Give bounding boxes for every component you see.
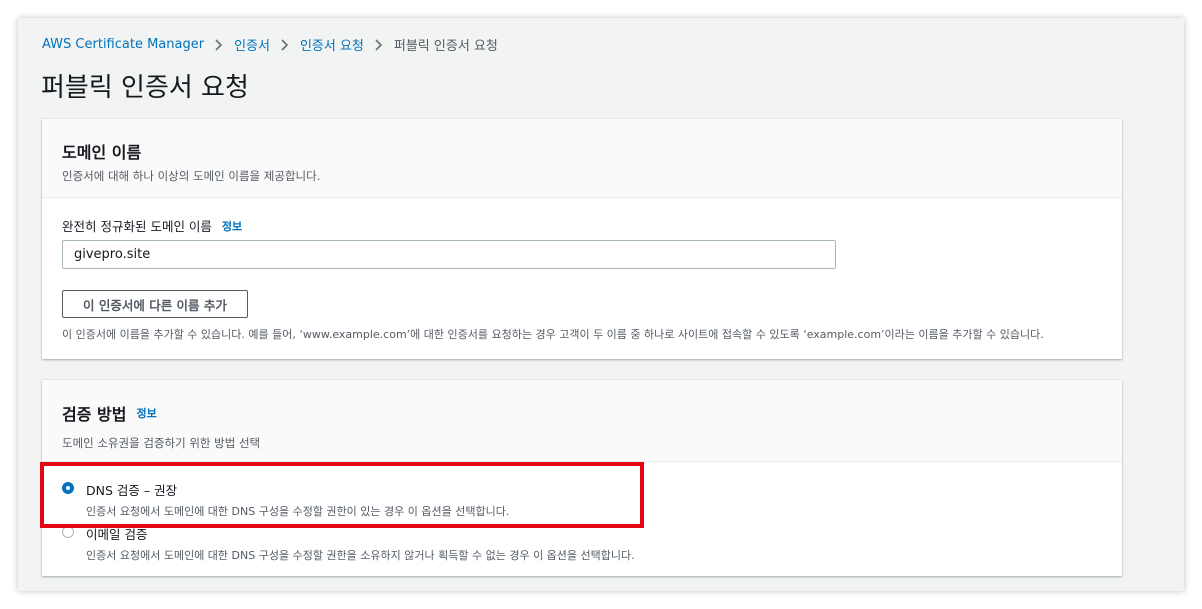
domain-name-input[interactable] (62, 240, 836, 269)
domain-field-label-text: 완전히 정규화된 도메인 이름 (62, 219, 212, 234)
chevron-right-icon (204, 38, 234, 51)
domain-field-label: 완전히 정규화된 도메인 이름 정보 (62, 216, 242, 235)
email-validation-radio[interactable] (62, 526, 74, 538)
dns-validation-text: DNS 검증 – 권장 인증서 요청에서 도메인에 대한 DNS 구성을 수정할… (86, 480, 509, 519)
validation-panel-title: 검증 방법 (62, 405, 127, 424)
dns-validation-option[interactable]: DNS 검증 – 권장 인증서 요청에서 도메인에 대한 DNS 구성을 수정할… (62, 480, 509, 519)
chevron-right-icon (364, 38, 394, 51)
domain-field-label-row: 완전히 정규화된 도메인 이름 정보 (62, 216, 242, 235)
email-validation-text: 이메일 검증 인증서 요청에서 도메인에 대한 DNS 구성을 수정할 권한을 … (86, 524, 635, 563)
domain-panel-header: 도메인 이름 인증서에 대해 하나 이상의 도메인 이름을 제공합니다. (42, 119, 1122, 198)
validation-panel-title-row: 검증 방법 정보 (62, 401, 1102, 425)
breadcrumb-link-certificates[interactable]: 인증서 (234, 35, 270, 54)
domain-panel-title: 도메인 이름 (62, 143, 142, 162)
dns-validation-label: DNS 검증 – 권장 (86, 483, 178, 498)
domain-info-link[interactable]: 정보 (222, 218, 242, 234)
breadcrumb: AWS Certificate Manager 인증서 인증서 요청 퍼블릭 인… (42, 35, 498, 54)
validation-panel-description: 도메인 소유권을 검증하기 위한 방법 선택 (62, 436, 261, 450)
validation-info-link[interactable]: 정보 (136, 405, 156, 421)
dns-validation-description: 인증서 요청에서 도메인에 대한 DNS 구성을 수정할 권한이 있는 경우 이… (86, 505, 510, 518)
email-validation-description: 인증서 요청에서 도메인에 대한 DNS 구성을 수정할 권한을 소유하지 않거… (86, 549, 635, 562)
add-name-hint: 이 인증서에 이름을 추가할 수 있습니다. 예를 들어, ‘www.examp… (62, 328, 1044, 341)
validation-panel-header: 검증 방법 정보 도메인 소유권을 검증하기 위한 방법 선택 (42, 380, 1122, 462)
email-validation-option[interactable]: 이메일 검증 인증서 요청에서 도메인에 대한 DNS 구성을 수정할 권한을 … (62, 524, 635, 563)
add-another-name-button[interactable]: 이 인증서에 다른 이름 추가 (62, 290, 248, 318)
breadcrumb-current: 퍼블릭 인증서 요청 (393, 39, 498, 54)
email-validation-label: 이메일 검증 (86, 527, 148, 542)
domain-name-panel: 도메인 이름 인증서에 대해 하나 이상의 도메인 이름을 제공합니다. 완전히… (42, 119, 1122, 359)
console-page: AWS Certificate Manager 인증서 인증서 요청 퍼블릭 인… (18, 18, 1184, 591)
validation-method-panel: 검증 방법 정보 도메인 소유권을 검증하기 위한 방법 선택 DNS 검증 –… (42, 380, 1122, 576)
domain-panel-description: 인증서에 대해 하나 이상의 도메인 이름을 제공합니다. (62, 169, 321, 183)
chevron-right-icon (270, 38, 300, 51)
breadcrumb-link-acm[interactable]: AWS Certificate Manager (42, 37, 204, 52)
page-title: 퍼블릭 인증서 요청 (41, 73, 249, 103)
breadcrumb-link-request[interactable]: 인증서 요청 (300, 35, 364, 54)
dns-validation-radio[interactable] (62, 482, 74, 494)
